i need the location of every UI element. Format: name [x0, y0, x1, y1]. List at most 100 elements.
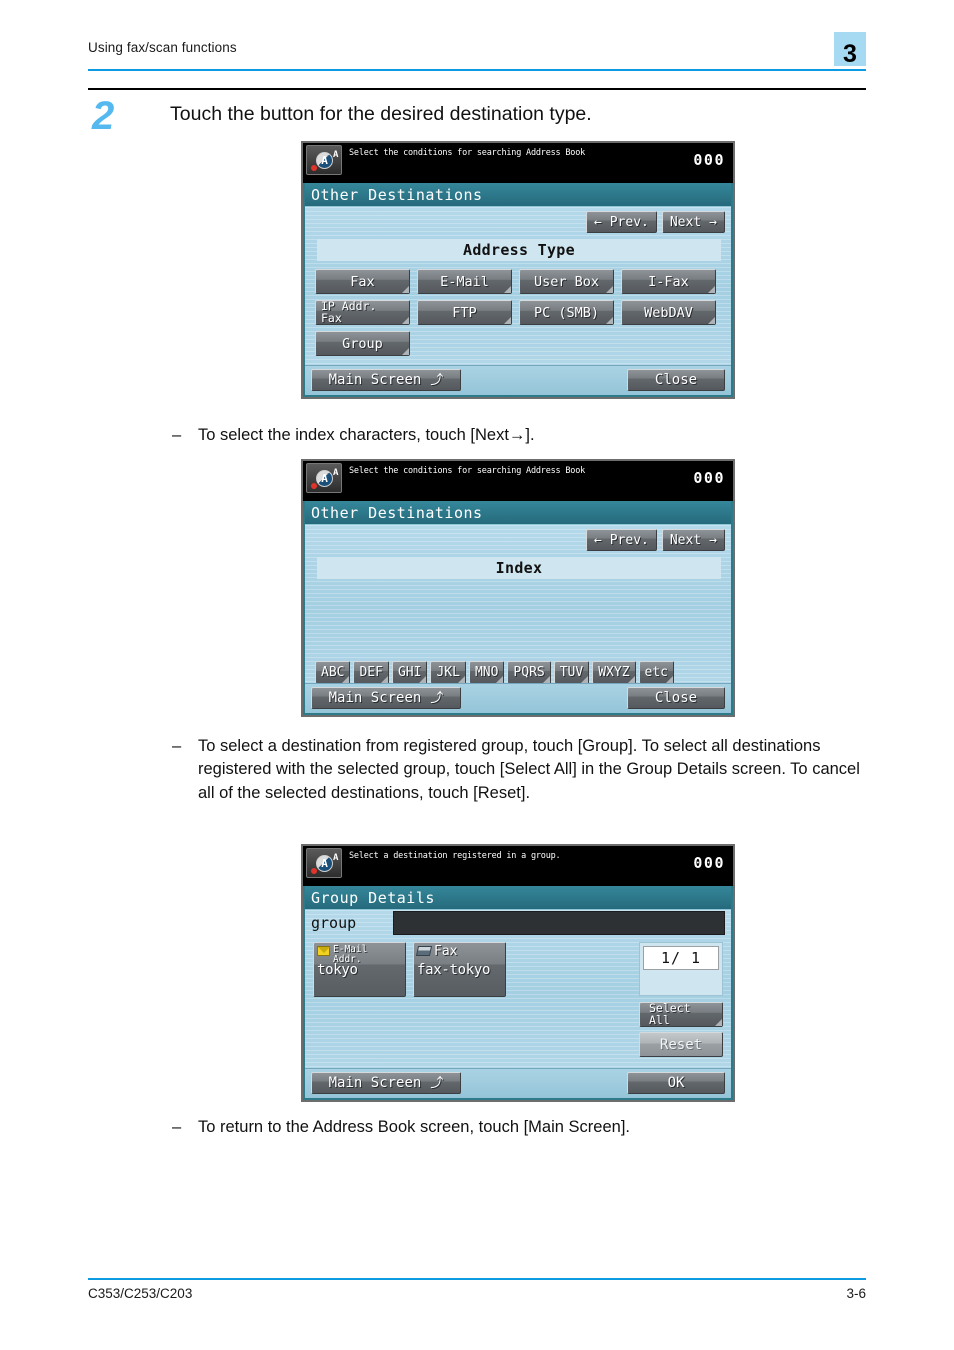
footer-rule	[88, 1278, 866, 1280]
group-name-row: group	[305, 911, 731, 935]
main-screen-label: Main Screen	[328, 690, 422, 706]
footer-page-number: 3-6	[846, 1286, 866, 1301]
destination-tile-fax[interactable]: Fax fax-tokyo	[413, 942, 506, 997]
bullet-dash: –	[172, 737, 182, 755]
main-screen-label: Main Screen	[328, 372, 422, 388]
scan-disc-icon: A	[316, 470, 333, 487]
index-button-jkl[interactable]: JKL	[430, 661, 466, 684]
panel-body: Group Details group E-Mail Addr. tokyo F…	[303, 886, 733, 1100]
address-type-row-1: Fax E-Mail User Box I-Fax	[315, 269, 716, 294]
index-button-mno[interactable]: MNO	[468, 661, 505, 684]
index-button-etc[interactable]: etc	[638, 661, 675, 684]
arrow-right-icon: →	[709, 214, 717, 230]
next-button[interactable]: Next →	[661, 529, 725, 551]
next-button[interactable]: Next →	[661, 211, 725, 233]
main-screen-button[interactable]: Main Screen ⤴	[311, 687, 461, 709]
panel-status-bar: A A Select a destination registered in a…	[303, 846, 733, 886]
mail-icon	[317, 946, 330, 956]
step-number: 2	[92, 94, 114, 138]
lcd-panel-address-type: A A Select the conditions for searching …	[301, 141, 735, 399]
destination-name: fax-tokyo	[417, 962, 491, 978]
main-screen-label: Main Screen	[328, 1075, 422, 1091]
index-button-def[interactable]: DEF	[353, 661, 389, 684]
bullet-text: To select the index characters, touch [N…	[198, 426, 535, 444]
bullet-group-selection: – To select a destination from registere…	[172, 735, 872, 805]
main-screen-button[interactable]: Main Screen ⤴	[311, 1072, 461, 1094]
icon-superscript: A	[333, 150, 339, 160]
prev-button[interactable]: ← Prev.	[585, 529, 657, 551]
address-type-pc-smb-button[interactable]: PC (SMB)	[519, 300, 614, 325]
address-type-group-button[interactable]: Group	[315, 331, 410, 356]
running-title: Using fax/scan functions	[88, 40, 237, 55]
icon-superscript: A	[333, 468, 339, 478]
address-type-user-box-button[interactable]: User Box	[519, 269, 614, 294]
return-arrow-icon: ⤴	[430, 372, 444, 388]
panel-status-bar: A A Select the conditions for searching …	[303, 461, 733, 501]
index-button-ghi[interactable]: GHI	[391, 661, 428, 684]
index-button-row: ABC DEF GHI JKL MNO PQRS TUV WXYZ etc	[315, 661, 675, 684]
icon-superscript: A	[333, 853, 339, 863]
ok-button[interactable]: OK	[627, 1072, 725, 1094]
destination-tile-email[interactable]: E-Mail Addr. tokyo	[313, 942, 406, 997]
main-screen-button[interactable]: Main Screen ⤴	[311, 369, 461, 391]
page-indicator: 1/ 1	[643, 946, 719, 970]
index-button-pqrs[interactable]: PQRS	[507, 661, 551, 684]
address-type-ip-addr-fax-button[interactable]: IP Addr. Fax	[315, 300, 410, 325]
address-type-row-2: IP Addr. Fax FTP PC (SMB) WebDAV	[315, 300, 716, 325]
arrow-left-icon: ←	[593, 532, 602, 548]
next-label: Next	[669, 532, 702, 548]
return-arrow-icon: ⤴	[430, 1075, 444, 1091]
address-type-ftp-button[interactable]: FTP	[417, 300, 512, 325]
bullet-dash: –	[172, 426, 182, 444]
status-message: Select the conditions for searching Addr…	[349, 466, 586, 476]
panel-footer: Main Screen ⤴ OK	[305, 1068, 731, 1098]
destination-type-text: Fax	[434, 945, 457, 958]
select-all-button[interactable]: Select All	[639, 1002, 723, 1027]
index-button-wxyz[interactable]: WXYZ	[592, 661, 636, 684]
section-header: Address Type	[317, 239, 721, 261]
group-name-field	[393, 911, 725, 935]
select-all-line2: All	[649, 1012, 670, 1027]
address-type-email-button[interactable]: E-Mail	[417, 269, 512, 294]
panel-body: Other Destinations ← Prev. Next → Addres…	[303, 183, 733, 397]
index-button-abc[interactable]: ABC	[315, 661, 351, 684]
prev-label: Prev.	[609, 214, 649, 230]
address-type-fax-button[interactable]: Fax	[315, 269, 410, 294]
panel-status-bar: A A Select the conditions for searching …	[303, 143, 733, 183]
prev-label: Prev.	[609, 532, 649, 548]
close-button[interactable]: Close	[627, 369, 725, 391]
destination-name: tokyo	[317, 962, 358, 978]
panel-body: Other Destinations ← Prev. Next → Index …	[303, 501, 733, 715]
lcd-panel-group-details: A A Select a destination registered in a…	[301, 844, 735, 1102]
prev-button[interactable]: ← Prev.	[585, 211, 657, 233]
arrow-right-icon: →	[709, 532, 717, 548]
header-rule	[88, 69, 866, 71]
fax-icon	[415, 946, 433, 956]
bullet-main-screen: – To return to the Address Book screen, …	[172, 1116, 872, 1139]
address-type-row-3: Group	[315, 331, 716, 356]
bullet-index-characters: – To select the index characters, touch …	[172, 424, 872, 447]
destination-type-line1: Fax	[434, 944, 458, 959]
panel-footer: Main Screen ⤴ Close	[305, 365, 731, 395]
close-button[interactable]: Close	[627, 687, 725, 709]
bullet-text: To select a destination from registered …	[198, 737, 860, 802]
arrow-left-icon: ←	[593, 214, 602, 230]
chapter-number: 3	[843, 40, 857, 68]
section-header: Index	[317, 557, 721, 579]
step-instruction: Touch the button for the desired destina…	[170, 103, 592, 125]
scan-mode-icon: A A	[306, 848, 342, 878]
destination-tiles: E-Mail Addr. tokyo Fax fax-tokyo	[313, 942, 506, 997]
address-type-i-fax-button[interactable]: I-Fax	[621, 269, 716, 294]
page-header: Using fax/scan functions 3	[88, 32, 866, 70]
step-divider	[88, 88, 866, 90]
bullet-text: To return to the Address Book screen, to…	[198, 1118, 630, 1136]
address-type-webdav-button[interactable]: WebDAV	[621, 300, 716, 325]
index-button-tuv[interactable]: TUV	[553, 661, 590, 684]
status-dot-icon	[311, 165, 317, 171]
scan-disc-icon: A	[316, 152, 333, 169]
pagination-controls: ← Prev. Next →	[585, 211, 725, 233]
job-counter: 000	[693, 469, 725, 487]
reset-button[interactable]: Reset	[639, 1032, 723, 1057]
chapter-tab: 3	[834, 32, 866, 68]
pagination-controls: ← Prev. Next →	[585, 529, 725, 551]
